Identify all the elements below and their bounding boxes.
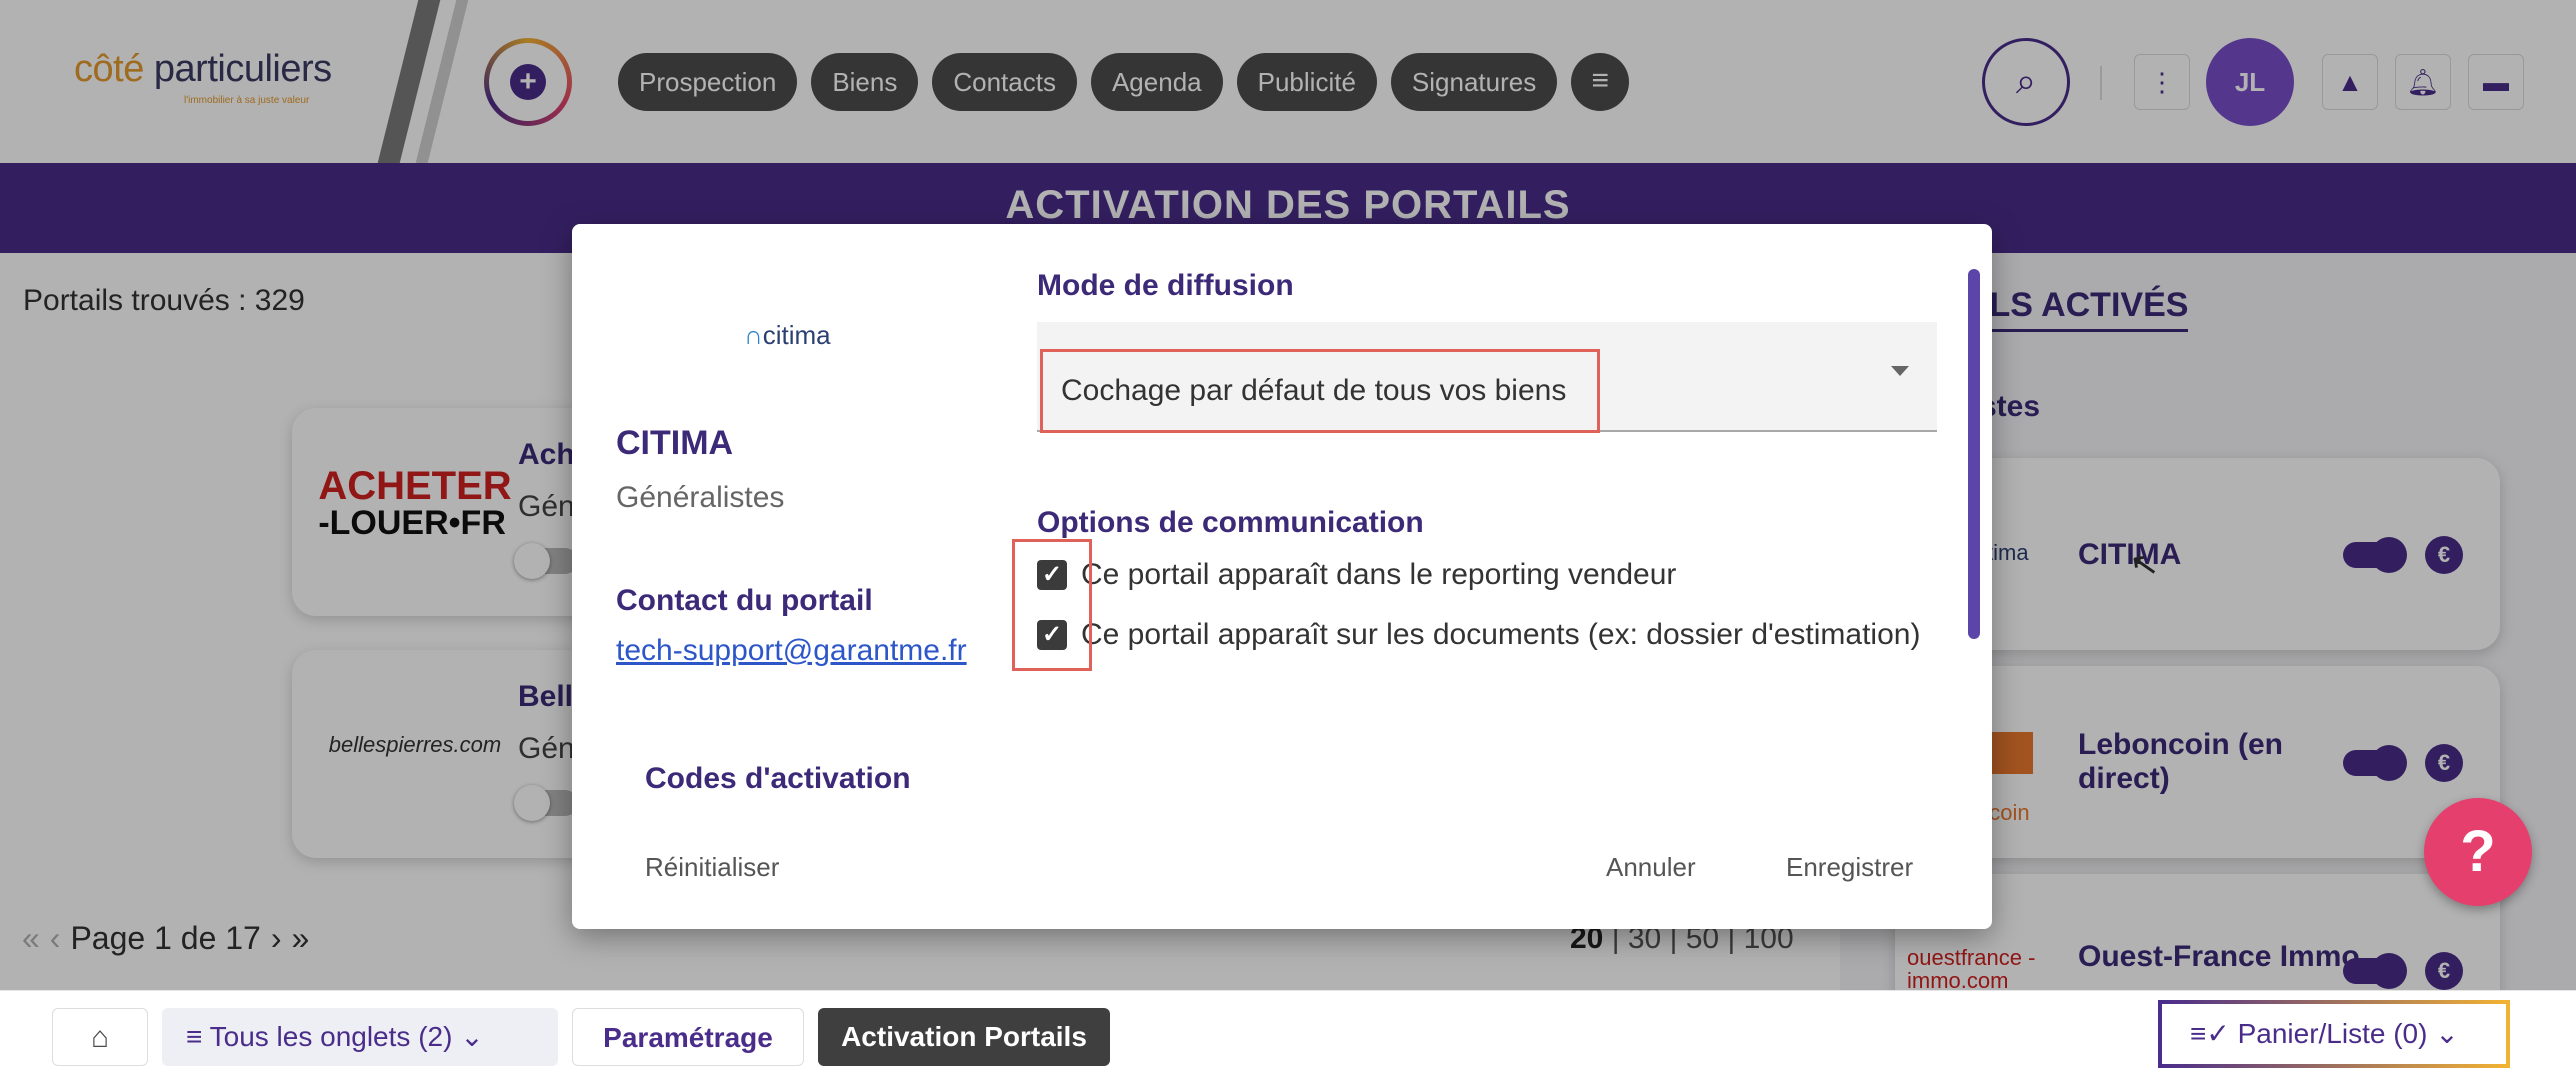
portal-settings-modal: ∩citima CITIMA Généralistes Contact du p… — [572, 224, 1992, 929]
activation-codes-section[interactable]: Codes d'activation — [645, 762, 911, 796]
tab-parametrage[interactable]: Paramétrage — [572, 1008, 804, 1066]
citima-logo-mark: ∩ — [744, 320, 763, 350]
portal-contact-label: Contact du portail — [616, 584, 873, 617]
checkbox-highlight — [1012, 539, 1092, 671]
portal-contact-email-link[interactable]: tech-support@garantme.fr — [616, 634, 967, 668]
chevron-down-icon: ⌄ — [460, 1021, 484, 1052]
portal-category: Généralistes — [616, 481, 785, 514]
modal-scrollbar[interactable] — [1968, 269, 1980, 639]
basket-label: Panier/Liste (0) — [2237, 1018, 2428, 1049]
all-tabs-dropdown[interactable]: ≡ Tous les onglets (2) ⌄ — [162, 1008, 558, 1066]
option-seller-reporting[interactable]: ✓ Ce portail apparaît dans le reporting … — [1037, 558, 1676, 592]
broadcast-mode-select[interactable]: Cochage par défaut de tous vos biens — [1037, 322, 1937, 433]
communication-options-label: Options de communication — [1037, 506, 1424, 539]
portal-name: CITIMA — [616, 424, 734, 462]
option-label: Ce portail apparaît dans le reporting ve… — [1081, 558, 1677, 591]
option-documents[interactable]: ✓ Ce portail apparaît sur les documents … — [1037, 618, 1920, 652]
chevron-down-icon — [1891, 366, 1909, 376]
list-icon: ≡ — [186, 1021, 203, 1052]
tab-activation-portails[interactable]: Activation Portails — [818, 1008, 1110, 1066]
cancel-button[interactable]: Annuler — [1606, 852, 1696, 883]
option-label: Ce portail apparaît sur les documents (e… — [1081, 618, 1921, 651]
broadcast-mode-value: Cochage par défaut de tous vos biens — [1040, 349, 1600, 433]
citima-logo-text: citima — [762, 320, 831, 350]
all-tabs-label: Tous les onglets (2) — [209, 1021, 453, 1052]
help-button[interactable]: ? — [2424, 798, 2532, 906]
list-check-icon: ≡✓ — [2190, 1018, 2230, 1049]
save-button[interactable]: Enregistrer — [1786, 852, 1913, 883]
broadcast-mode-label: Mode de diffusion — [1037, 269, 1294, 302]
citima-logo: ∩citima — [744, 320, 831, 351]
chevron-down-icon: ⌄ — [2435, 1018, 2459, 1049]
basket-list-button[interactable]: ≡✓ Panier/Liste (0) ⌄ — [2158, 1000, 2510, 1068]
reset-button[interactable]: Réinitialiser — [645, 852, 779, 883]
home-icon[interactable]: ⌂ — [52, 1008, 148, 1066]
